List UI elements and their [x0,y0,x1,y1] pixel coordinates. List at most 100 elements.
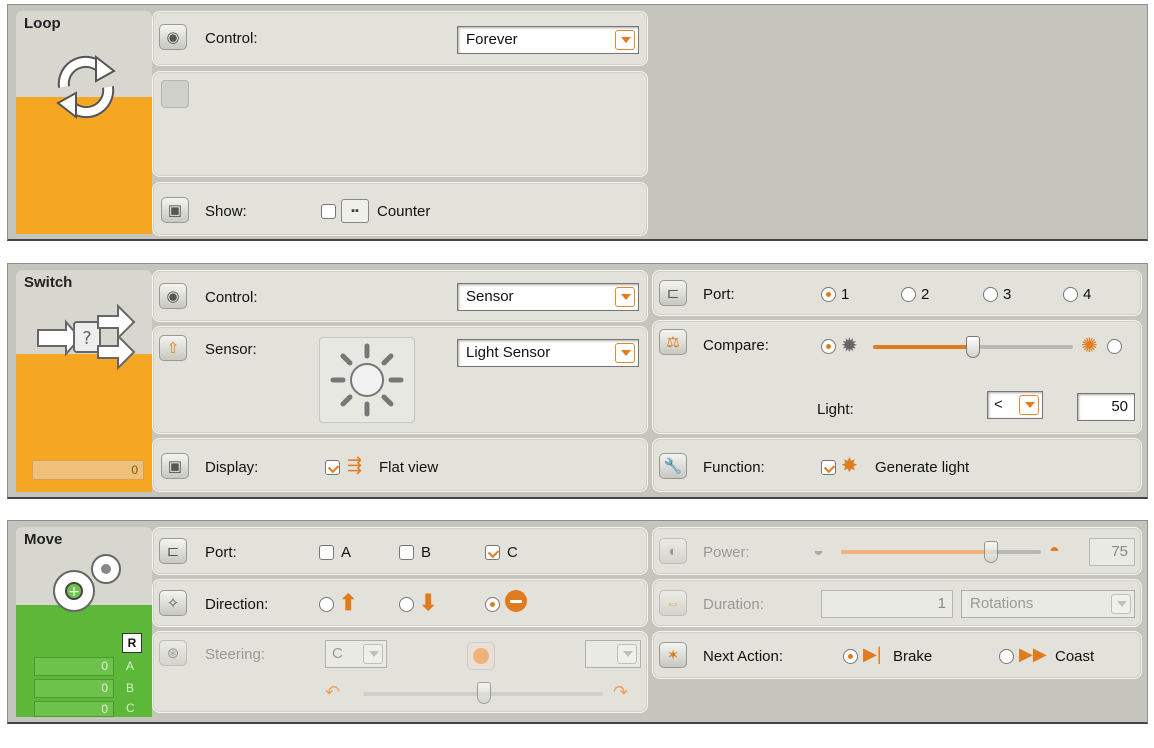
steering-wheel-icon: ⊛ [159,640,187,666]
switch-icon-area: Switch ? 0 [16,270,152,492]
switch-control-panel: ◉ Control: Sensor [152,270,648,322]
duration-icon: ⇔ [659,590,687,616]
steering-slider-knob[interactable] [477,682,491,704]
next-action-icon: ✶ [659,642,687,668]
move-port-label: Port: [205,544,237,561]
switch-port-label: Port: [703,286,735,303]
switch-compare-label: Compare: [703,337,769,354]
direction-backward-radio[interactable] [399,597,414,612]
duration-unit-value: Rotations [970,595,1034,612]
switch-function-panel: 🔧 Function: ✸ Generate light [652,438,1142,492]
switch-function-label: Function: [703,459,765,476]
switch-control-value: Sensor [466,288,514,305]
light-label: Light: [817,401,854,418]
move-port-panel: ⊏ Port: A B C [152,527,648,575]
steering-stop-dot [473,648,489,664]
generate-light-icon: ✸ [841,455,858,477]
port-a-label: A [341,544,352,561]
counter-a-display: 0 [34,657,114,676]
brake-icon: ▶| [863,644,882,664]
move-title: Move [24,531,63,548]
move-next-action-label: Next Action: [703,648,784,665]
brake-label: Brake [893,648,933,665]
port-4-radio[interactable] [1063,287,1078,302]
display-icon: ▣ [161,197,189,223]
compare-bright-radio[interactable] [1107,339,1122,354]
switch-title: Switch [24,274,73,291]
loop-icon-area: Loop [16,11,152,234]
duration-unit-dropdown[interactable]: Rotations [961,590,1135,618]
coast-radio[interactable] [999,649,1014,664]
plug-icon: ⊏ [659,280,687,306]
direction-forward-radio[interactable] [319,597,334,612]
placeholder-square [161,80,189,108]
counter-b-port: B [126,681,135,695]
port-a-checkbox[interactable] [319,545,334,560]
switch-block: Switch ? 0 ◉ Control: Sensor ⇧ Sensor: L… [7,263,1148,499]
port-3-radio[interactable] [983,287,998,302]
light-operator-dropdown[interactable]: < [987,391,1043,419]
loop-cycle-icon [56,54,116,120]
slow-turtle-icon: ◒ [813,540,824,560]
switch-branch-icon: ? [37,303,136,371]
loop-block: Loop ◉ Control: Forever ▣ Show: ▪▪ Count… [7,4,1148,241]
svg-text:+: + [68,584,80,600]
duration-value-input[interactable]: 1 [821,590,953,618]
brake-radio[interactable] [843,649,858,664]
power-slider-knob[interactable] [984,541,998,563]
switch-display-label: Display: [205,459,259,476]
counter-c-display: 0 [34,701,114,717]
move-block: Move + R 0 A 0 B 0 C ⊏ Port: A B C ✧ Dir… [7,520,1148,724]
counter-label: Counter [377,203,431,220]
eye-icon: ◉ [159,24,187,50]
flat-view-checkbox[interactable] [325,460,340,475]
chevron-down-icon [1111,594,1131,614]
compare-slider-fill [873,345,973,349]
steering-left-dropdown[interactable]: C [325,640,387,668]
svg-text:?: ? [82,328,92,349]
move-duration-panel: ⇔ Duration: 1 Rotations [652,579,1142,627]
scale-icon: ⚖ [659,329,687,355]
compare-dark-radio[interactable] [821,339,836,354]
port-4-label: 4 [1083,286,1092,303]
gears-icon: + [53,554,121,612]
stop-icon-bar [510,600,522,603]
loop-control-panel: ◉ Control: Forever [152,11,648,66]
switch-control-dropdown[interactable]: Sensor [457,283,639,311]
switch-control-label: Control: [205,289,258,306]
loop-control-dropdown[interactable]: Forever [457,26,639,54]
generate-light-checkbox[interactable] [821,460,836,475]
bright-sun-icon: ✺ [1081,335,1098,357]
move-steering-label: Steering: [205,646,266,663]
flat-view-icon: ⇶ [347,455,363,475]
switch-sensor-value: Light Sensor [466,344,551,361]
switch-display-panel: ▣ Display: ⇶ Flat view [152,438,648,492]
move-power-label: Power: [703,544,750,561]
arrow-down-icon: ⬇ [419,590,438,615]
steering-right-dropdown[interactable] [585,640,641,668]
switch-sensor-dropdown[interactable]: Light Sensor [457,339,639,367]
coast-icon: ▶▶ [1019,644,1047,664]
counter-checkbox[interactable] [321,204,336,219]
loop-control-value: Forever [466,31,518,48]
chevron-down-icon [615,343,635,363]
switch-port-panel: ⊏ Port: 1 2 3 4 [652,270,1142,316]
move-icon-area: Move + R 0 A 0 B 0 C [16,527,152,717]
direction-stop-radio[interactable] [485,597,500,612]
port-c-checkbox[interactable] [485,545,500,560]
reset-button[interactable]: R [122,633,142,653]
loop-control-label: Control: [205,30,258,47]
arrow-up-icon: ⬆ [339,590,358,615]
port-1-radio[interactable] [821,287,836,302]
port-b-checkbox[interactable] [399,545,414,560]
port-2-radio[interactable] [901,287,916,302]
coast-label: Coast [1055,648,1095,665]
power-icon: ◐ [659,538,687,564]
sensor-icon: ⇧ [159,335,187,361]
loop-empty-panel [152,71,648,177]
counter-a-port: A [126,659,135,673]
compare-slider-knob[interactable] [966,336,980,358]
light-value-input[interactable]: 50 [1077,393,1135,421]
plug-icon: ⊏ [159,538,187,564]
power-value-input[interactable]: 75 [1089,538,1135,566]
